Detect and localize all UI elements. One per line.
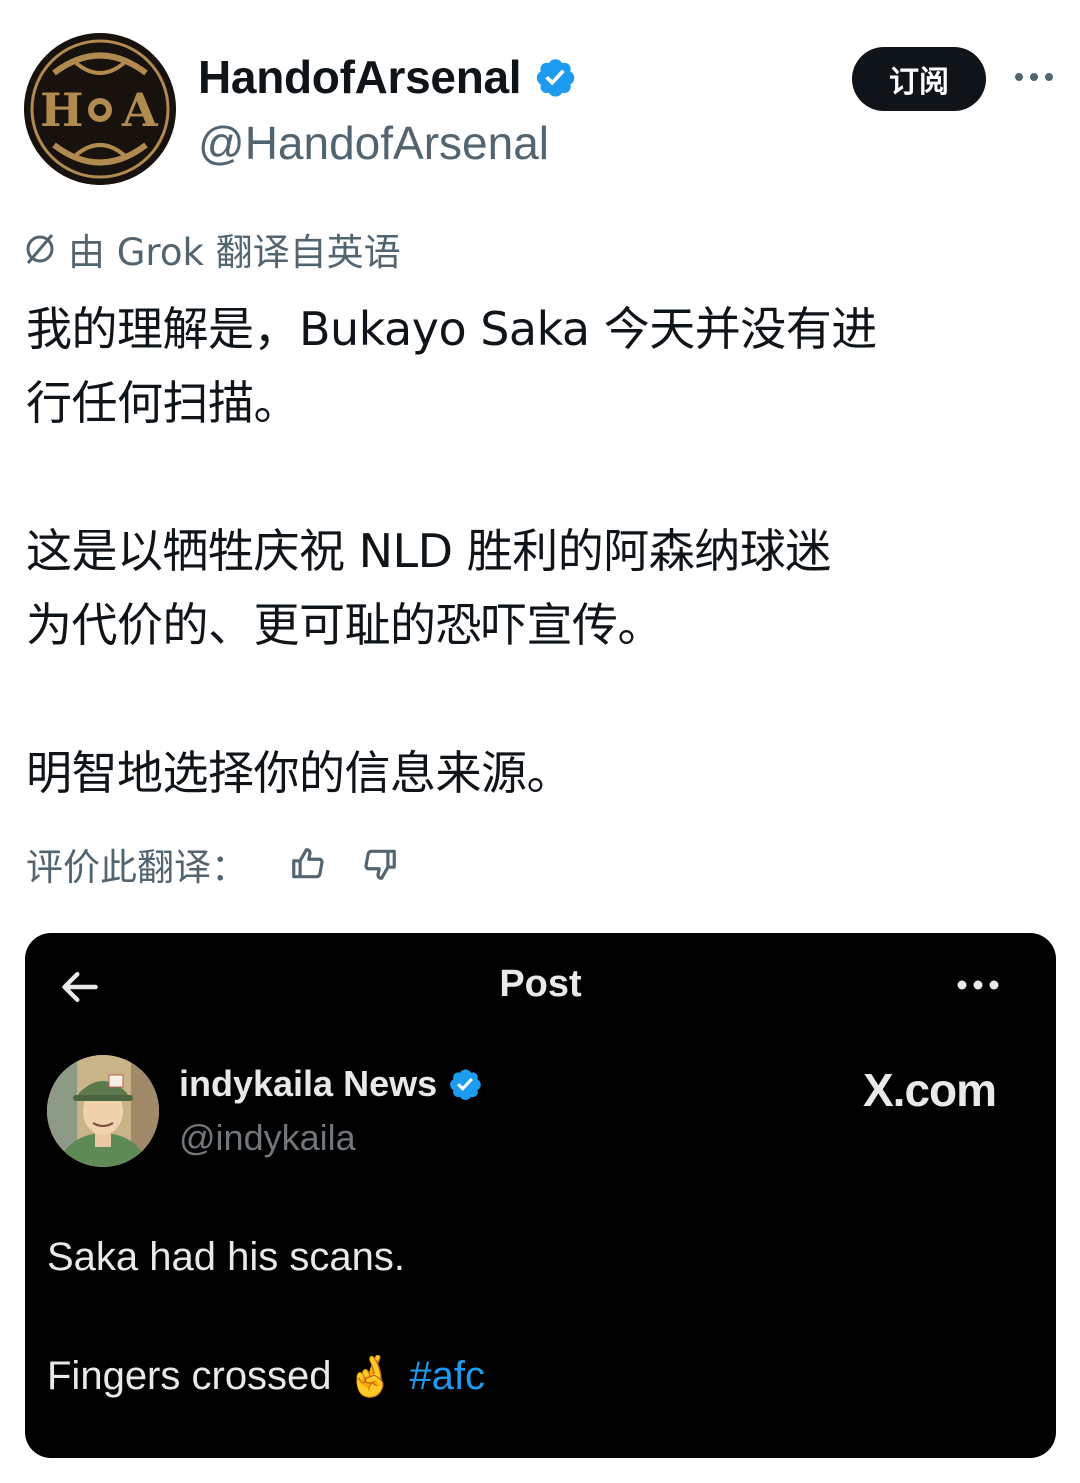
svg-text:A: A [121, 83, 159, 137]
embed-text-line: Saka had his scans. [47, 1235, 405, 1279]
tweet-line: 为代价的、更可耻的恐吓宣传。 [26, 598, 664, 652]
thumbs-up-icon [292, 848, 324, 879]
more-horizontal-icon [957, 980, 999, 990]
rate-label: 评价此翻译： [26, 846, 248, 889]
crossed-fingers-emoji-icon: 🤞 [345, 1354, 396, 1400]
embed-text-fingers: Fingers crossed [47, 1354, 332, 1398]
author-name-text: HandofArsenal [198, 51, 522, 103]
tweet-body: 我的理解是，Bukayo Saka 今天并没有进 行任何扫描。 这是以牺牲庆祝 … [26, 292, 1056, 810]
tweet-line: 明智地选择你的信息来源。 [26, 746, 573, 800]
hoa-logo-icon: H A [24, 33, 176, 185]
svg-text:H: H [40, 83, 83, 137]
author-handle[interactable]: @HandofArsenal [198, 116, 549, 170]
hashtag-link: #afc [409, 1354, 485, 1398]
embed-author-name-text: indykaila News [179, 1063, 438, 1104]
illustrated-man-avatar [47, 1055, 159, 1167]
tweet-line: 行任何扫描。 [26, 376, 300, 430]
thumbs-down-button[interactable] [358, 842, 402, 886]
embed-title: Post [499, 963, 582, 1005]
embedded-post-screenshot: Post indykaila News @indykaila X.com Sak… [25, 933, 1056, 1458]
subscribe-button[interactable]: 订阅 [852, 47, 986, 111]
translation-label: 由 Grok 翻译自英语 [68, 231, 401, 274]
rate-translation: 评价此翻译： [26, 836, 402, 892]
author-avatar[interactable]: H A [24, 33, 176, 185]
tweet-page: H A HandofArsenal @HandofArsenal 订阅 由 Gr… [0, 0, 1080, 1483]
embed-author-avatar [47, 1055, 159, 1167]
translation-source: 由 Grok 翻译自英语 [22, 223, 401, 275]
tweet-line: 这是以牺牲庆祝 NLD 胜利的阿森纳球迷 [26, 524, 831, 578]
verified-badge-icon [450, 1069, 481, 1101]
xcom-brand-label: X.com [863, 1064, 997, 1116]
more-options-button[interactable] [1010, 62, 1058, 92]
grok-icon [26, 234, 54, 264]
verified-badge-icon [537, 59, 575, 97]
thumbs-up-button[interactable] [286, 842, 330, 886]
tweet-line: 我的理解是，Bukayo Saka 今天并没有进 [26, 302, 877, 356]
embed-text-line: Fingers crossed 🤞 #afc [47, 1353, 485, 1400]
author-display-name[interactable]: HandofArsenal [198, 50, 577, 104]
embed-author-handle: @indykaila [179, 1117, 356, 1158]
embed-author-name: indykaila News [179, 1063, 483, 1105]
more-horizontal-icon [1015, 73, 1053, 81]
thumbs-down-icon [364, 849, 396, 880]
